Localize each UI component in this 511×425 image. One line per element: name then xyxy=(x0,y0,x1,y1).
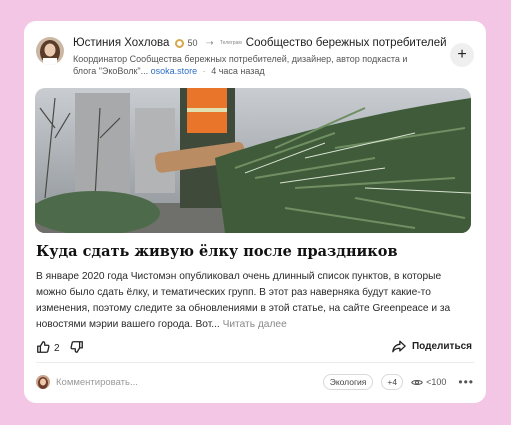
divider xyxy=(36,362,474,363)
karma-icon xyxy=(175,38,185,48)
community-link[interactable]: Сообщество бережных потребителей xyxy=(246,37,447,49)
post-image[interactable] xyxy=(35,88,471,233)
post-time: 4 часа назад xyxy=(211,66,265,76)
community-prefix: Телеграм xyxy=(219,40,242,46)
like-count: 2 xyxy=(54,343,60,354)
read-more-link[interactable]: Читать далее xyxy=(223,319,287,330)
comment-input[interactable]: Комментировать... xyxy=(56,377,323,388)
author-description: Координатор Сообщества бережных потребит… xyxy=(73,53,418,77)
user-avatar xyxy=(36,375,50,389)
share-button[interactable]: Поделиться xyxy=(392,340,472,353)
subscribe-button[interactable]: + xyxy=(450,43,474,67)
dislike-icon[interactable] xyxy=(70,340,84,357)
views-value: <100 xyxy=(426,377,447,387)
karma-badge: 50 xyxy=(175,38,197,48)
post-card: Юстиния Хохлова 50 ➝ Телеграм Сообщество… xyxy=(24,21,486,403)
author-row: Юстиния Хохлова 50 ➝ Телеграм Сообщество… xyxy=(73,37,447,49)
post-footer: Комментировать... Экология +4 <100 ••• xyxy=(36,372,474,392)
reaction-bar: 2 xyxy=(36,340,84,357)
more-icon[interactable]: ••• xyxy=(458,375,474,389)
post-title[interactable]: Куда сдать живую ёлку после праздников xyxy=(36,243,474,260)
arrow-right-icon: ➝ xyxy=(205,37,214,49)
like-icon[interactable] xyxy=(36,340,50,357)
tag-ecology[interactable]: Экология xyxy=(322,374,374,390)
author-site-link[interactable]: osoka.store xyxy=(151,66,198,76)
more-tags-button[interactable]: +4 xyxy=(381,374,404,390)
eye-icon xyxy=(411,379,423,385)
post-excerpt: В январе 2020 года Чистомэн опубликовал … xyxy=(36,269,474,333)
plus-icon: + xyxy=(457,46,467,63)
share-label: Поделиться xyxy=(411,341,472,352)
author-avatar[interactable] xyxy=(36,37,64,65)
author-name[interactable]: Юстиния Хохлова xyxy=(73,37,169,49)
view-count: <100 xyxy=(411,377,446,387)
share-icon xyxy=(392,340,406,353)
separator-dot: · xyxy=(202,66,206,76)
karma-value: 50 xyxy=(187,38,198,48)
